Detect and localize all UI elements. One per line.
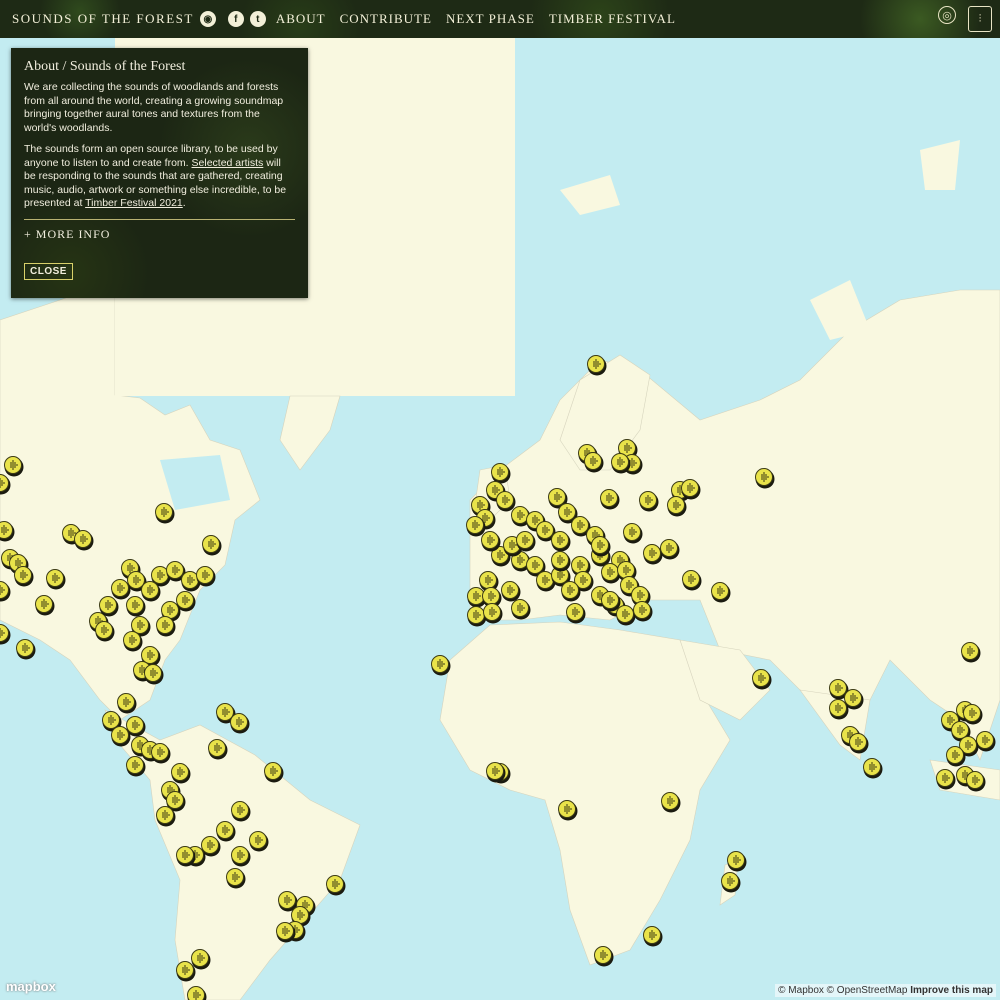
partner-logos: ◎ ⫶ bbox=[938, 6, 992, 32]
about-panel: About / Sounds of the Forest We are coll… bbox=[11, 48, 308, 298]
nav-contribute[interactable]: CONTRIBUTE bbox=[340, 11, 432, 27]
panel-title: About / Sounds of the Forest bbox=[24, 59, 186, 74]
mapbox-logo[interactable]: mapbox bbox=[6, 979, 56, 994]
timber-festival-link[interactable]: Timber Festival 2021 bbox=[85, 197, 183, 209]
forest-icon[interactable]: ⫶ bbox=[968, 6, 992, 32]
twitter-icon[interactable]: t bbox=[249, 11, 266, 27]
nav-timber-festival[interactable]: TIMBER FESTIVAL bbox=[549, 11, 676, 27]
close-button[interactable]: CLOSE bbox=[24, 262, 73, 280]
sound-icon[interactable]: ◉ bbox=[199, 11, 216, 27]
lock-icon[interactable]: ◎ bbox=[938, 6, 956, 24]
facebook-icon[interactable]: f bbox=[227, 11, 244, 27]
selected-artists-link[interactable]: Selected artists bbox=[192, 157, 264, 169]
main-nav: ABOUT CONTRIBUTE NEXT PHASE TIMBER FESTI… bbox=[276, 11, 676, 27]
nav-next-phase[interactable]: NEXT PHASE bbox=[446, 11, 535, 27]
more-info-toggle[interactable]: + MORE INFO bbox=[24, 227, 295, 242]
divider bbox=[24, 218, 295, 220]
panel-intro-text: We are collecting the sounds of woodland… bbox=[24, 81, 284, 134]
top-navigation-bar: SOUNDS OF THE FOREST ◉ f t ABOUT CONTRIB… bbox=[0, 0, 1000, 38]
map-attribution: © Mapbox © OpenStreetMap Improve this ma… bbox=[775, 984, 996, 997]
nav-about[interactable]: ABOUT bbox=[276, 11, 326, 27]
improve-map-link[interactable]: Improve this map bbox=[910, 985, 993, 996]
site-title[interactable]: SOUNDS OF THE FOREST bbox=[12, 11, 194, 27]
panel-body-text: The sounds form an open source library, … bbox=[24, 143, 287, 209]
